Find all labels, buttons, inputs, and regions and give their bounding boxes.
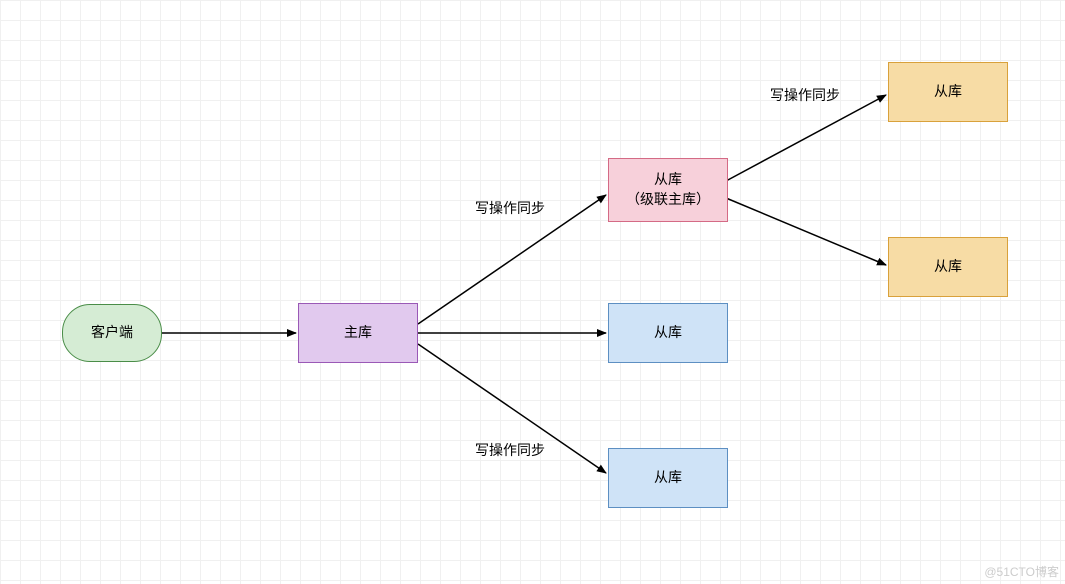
slave-bottom-label: 从库 <box>654 468 682 488</box>
sync-label-bottom: 写操作同步 <box>475 440 545 460</box>
slave-top-right-node: 从库 <box>888 62 1008 122</box>
cascade-slave-label: 从库 （级联主库） <box>626 170 710 209</box>
slave-mid-label: 从库 <box>654 323 682 343</box>
sync-label-top: 写操作同步 <box>475 198 545 218</box>
slave-mid-node: 从库 <box>608 303 728 363</box>
slave-bottom-node: 从库 <box>608 448 728 508</box>
slave-top-right-label: 从库 <box>934 82 962 102</box>
cascade-slave-node: 从库 （级联主库） <box>608 158 728 222</box>
sync-label-right: 写操作同步 <box>770 85 840 105</box>
slave-bottom-right-label: 从库 <box>934 257 962 277</box>
master-node: 主库 <box>298 303 418 363</box>
slave-bottom-right-node: 从库 <box>888 237 1008 297</box>
watermark: @51CTO博客 <box>984 563 1059 580</box>
master-label: 主库 <box>344 323 372 343</box>
client-label: 客户端 <box>91 323 133 343</box>
client-node: 客户端 <box>62 304 162 362</box>
